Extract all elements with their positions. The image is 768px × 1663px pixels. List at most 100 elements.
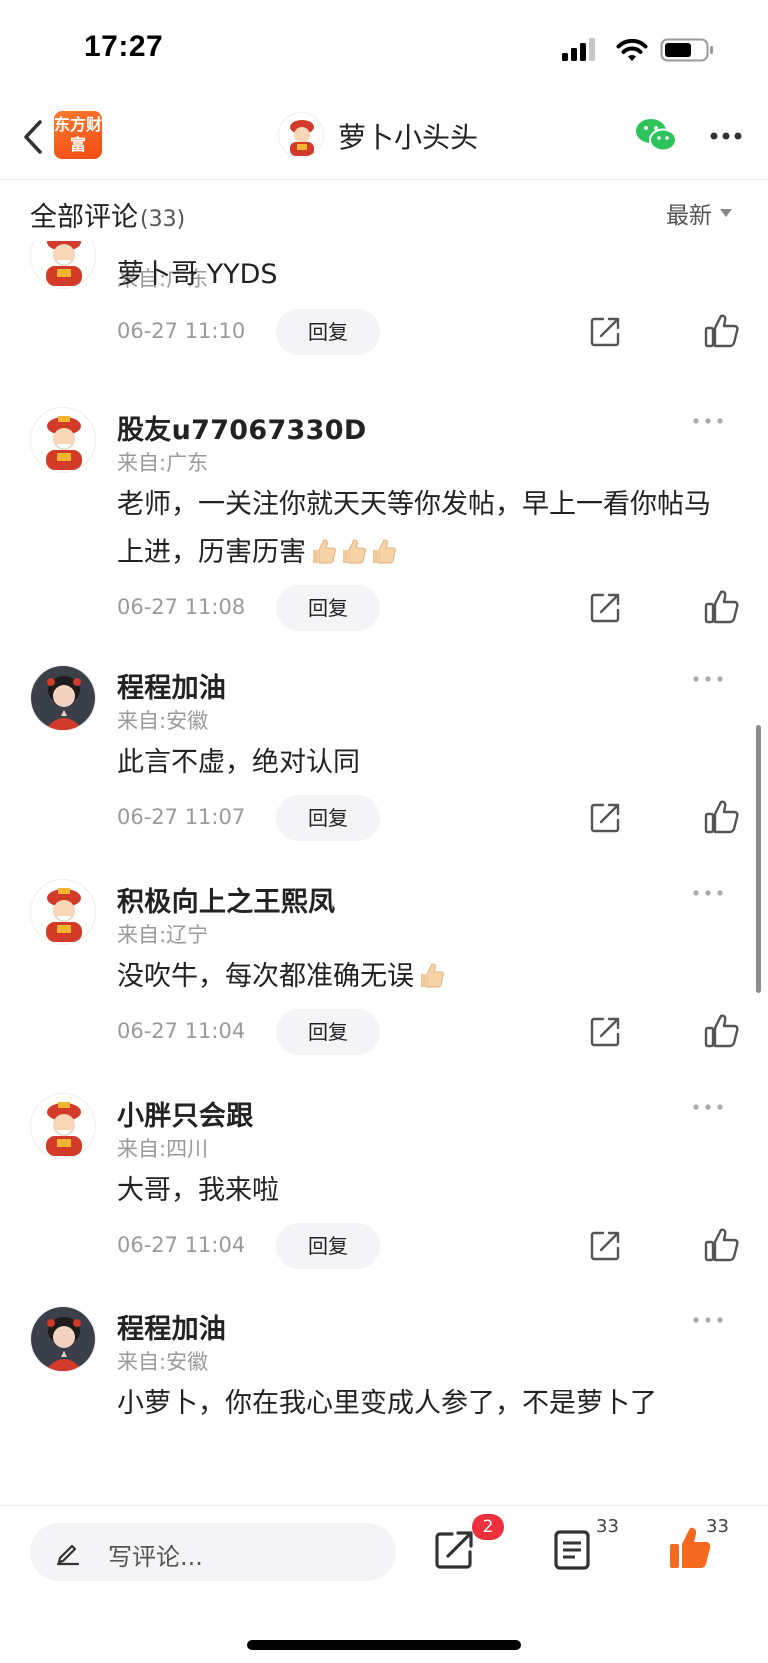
comment-text: 老师，一关注你就天天等你发帖，早上一看你帖马上进，历害历害 bbox=[117, 489, 711, 568]
likes-total-count: 33 bbox=[706, 1516, 729, 1537]
caishen-avatar-icon bbox=[46, 1102, 82, 1156]
comment-meta-row: 06-27 11:07 回复 bbox=[0, 795, 768, 843]
sort-label: 最新 bbox=[666, 203, 712, 229]
app-logo[interactable]: 东方财富 bbox=[54, 111, 102, 159]
reply-button[interactable]: 回复 bbox=[276, 1009, 380, 1055]
emoji-group bbox=[306, 537, 396, 568]
commenter-avatar[interactable] bbox=[30, 879, 96, 945]
status-time: 17:27 bbox=[84, 30, 164, 63]
comment-time: 06-27 11:08 bbox=[117, 595, 246, 619]
comment-meta-row: 06-27 11:10 回复 bbox=[0, 309, 768, 357]
comment-meta-row: 06-27 11:04 回复 bbox=[0, 1009, 768, 1057]
status-bar: 17:27 bbox=[0, 0, 768, 100]
comment-text-block: 此言不虚，绝对认同 bbox=[117, 739, 727, 787]
girl-avatar-icon bbox=[31, 666, 95, 730]
thumbs-up-emoji bbox=[421, 963, 444, 988]
girl-avatar-icon bbox=[31, 1307, 95, 1371]
comment-text-block: 小萝卜，你在我心里变成人参了，不是萝卜了 bbox=[117, 1380, 727, 1428]
comments-total-count: 33 bbox=[596, 1516, 619, 1537]
author-avatar[interactable] bbox=[278, 112, 324, 158]
share-count-badge: 2 bbox=[472, 1514, 504, 1540]
author-name[interactable]: 萝卜小头头 bbox=[338, 116, 478, 156]
thumbs-up-emoji bbox=[313, 539, 336, 564]
commenter-avatar[interactable] bbox=[30, 407, 96, 473]
comments-count: (33) bbox=[140, 207, 186, 232]
comment-more-icon[interactable] bbox=[690, 887, 726, 899]
home-indicator bbox=[247, 1640, 521, 1650]
comment-meta-row: 06-27 11:08 回复 bbox=[0, 585, 768, 633]
commenter-location: 来自:四川 bbox=[117, 1137, 209, 1161]
comments-icon[interactable] bbox=[552, 1528, 592, 1572]
like-icon[interactable] bbox=[704, 313, 740, 349]
comment-time: 06-27 11:04 bbox=[117, 1019, 246, 1043]
comment-text: 萝卜哥 YYDS bbox=[117, 259, 278, 290]
more-icon[interactable] bbox=[706, 116, 746, 156]
commenter-avatar[interactable] bbox=[30, 1306, 96, 1372]
comment-text-block: 没吹牛，每次都准确无误 bbox=[117, 953, 727, 1001]
sort-dropdown[interactable]: 最新 bbox=[666, 196, 732, 230]
commenter-name[interactable]: 股友u77067330D bbox=[117, 408, 367, 447]
commenter-avatar[interactable] bbox=[30, 665, 96, 731]
share-icon[interactable] bbox=[588, 1229, 622, 1263]
reply-button[interactable]: 回复 bbox=[276, 795, 380, 841]
share-icon[interactable] bbox=[588, 1015, 622, 1049]
commenter-name[interactable]: 程程加油 bbox=[117, 666, 226, 705]
like-icon[interactable] bbox=[704, 1013, 740, 1049]
comment-meta-row: 06-27 11:04 回复 bbox=[0, 1223, 768, 1271]
share-icon[interactable] bbox=[588, 315, 622, 349]
wifi-icon bbox=[616, 38, 648, 61]
comment-time: 06-27 11:07 bbox=[117, 805, 246, 829]
reply-button[interactable]: 回复 bbox=[276, 585, 380, 631]
comment-list[interactable]: 来自:广东 萝卜哥 YYDS 06-27 11:10 回复 股友u77067330D 来自… bbox=[0, 241, 768, 1505]
bottom-action-bar: 写评论... 2 33 33 bbox=[0, 1505, 768, 1663]
commenter-location: 来自:安徽 bbox=[117, 1350, 209, 1374]
comment-more-icon[interactable] bbox=[690, 1101, 726, 1113]
cellular-signal-icon bbox=[562, 38, 595, 61]
comments-header: 全部评论(33) 最新 bbox=[0, 181, 768, 241]
like-icon[interactable] bbox=[704, 799, 740, 835]
share-post-icon[interactable] bbox=[432, 1528, 476, 1572]
thumbs-up-emoji bbox=[373, 539, 396, 564]
back-icon[interactable] bbox=[14, 114, 54, 160]
comment-text-block: 老师，一关注你就天天等你发帖，早上一看你帖马上进，历害历害 bbox=[117, 481, 727, 577]
share-icon[interactable] bbox=[588, 801, 622, 835]
comment-time: 06-27 11:10 bbox=[117, 319, 246, 343]
comment-text-block: 大哥，我来啦 bbox=[117, 1167, 727, 1215]
caishen-avatar-icon bbox=[46, 241, 82, 286]
comment-text: 小萝卜，你在我心里变成人参了，不是萝卜了 bbox=[117, 1388, 657, 1419]
commenter-avatar[interactable] bbox=[30, 241, 96, 289]
comment-more-icon[interactable] bbox=[690, 1314, 726, 1326]
like-icon[interactable] bbox=[704, 589, 740, 625]
caishen-avatar-icon bbox=[46, 416, 82, 470]
wechat-icon[interactable] bbox=[634, 116, 678, 154]
scroll-indicator[interactable] bbox=[756, 725, 761, 993]
comment-input[interactable]: 写评论... bbox=[30, 1523, 396, 1581]
commenter-location: 来自:安徽 bbox=[117, 709, 209, 733]
caret-down-icon bbox=[720, 209, 732, 217]
like-icon[interactable] bbox=[704, 1227, 740, 1263]
commenter-location: 来自:广东 bbox=[117, 451, 209, 475]
commenter-name[interactable]: 程程加油 bbox=[117, 1307, 226, 1346]
caishen-avatar-icon bbox=[46, 888, 82, 942]
comment-time: 06-27 11:04 bbox=[117, 1233, 246, 1257]
comment-input-placeholder: 写评论... bbox=[108, 1543, 203, 1571]
comment-text: 此言不虚，绝对认同 bbox=[117, 747, 360, 778]
commenter-location: 来自:辽宁 bbox=[117, 923, 209, 947]
battery-icon bbox=[660, 38, 713, 62]
comment-text-block: 萝卜哥 YYDS bbox=[117, 251, 727, 299]
commenter-avatar[interactable] bbox=[30, 1093, 96, 1159]
nav-bar: 东方财富 萝卜小头头 bbox=[0, 100, 768, 180]
caishen-avatar-icon bbox=[290, 120, 314, 156]
reply-button[interactable]: 回复 bbox=[276, 309, 380, 355]
share-icon[interactable] bbox=[588, 591, 622, 625]
commenter-name[interactable]: 积极向上之王熙凤 bbox=[117, 880, 335, 919]
pencil-icon bbox=[56, 1544, 80, 1566]
comment-text: 没吹牛，每次都准确无误 bbox=[117, 961, 414, 992]
thumbs-up-emoji bbox=[343, 539, 366, 564]
comment-more-icon[interactable] bbox=[690, 673, 726, 685]
emoji-group bbox=[414, 961, 444, 992]
reply-button[interactable]: 回复 bbox=[276, 1223, 380, 1269]
commenter-name[interactable]: 小胖只会跟 bbox=[117, 1094, 254, 1133]
comment-more-icon[interactable] bbox=[690, 415, 726, 427]
comments-title: 全部评论(33) bbox=[30, 195, 185, 234]
